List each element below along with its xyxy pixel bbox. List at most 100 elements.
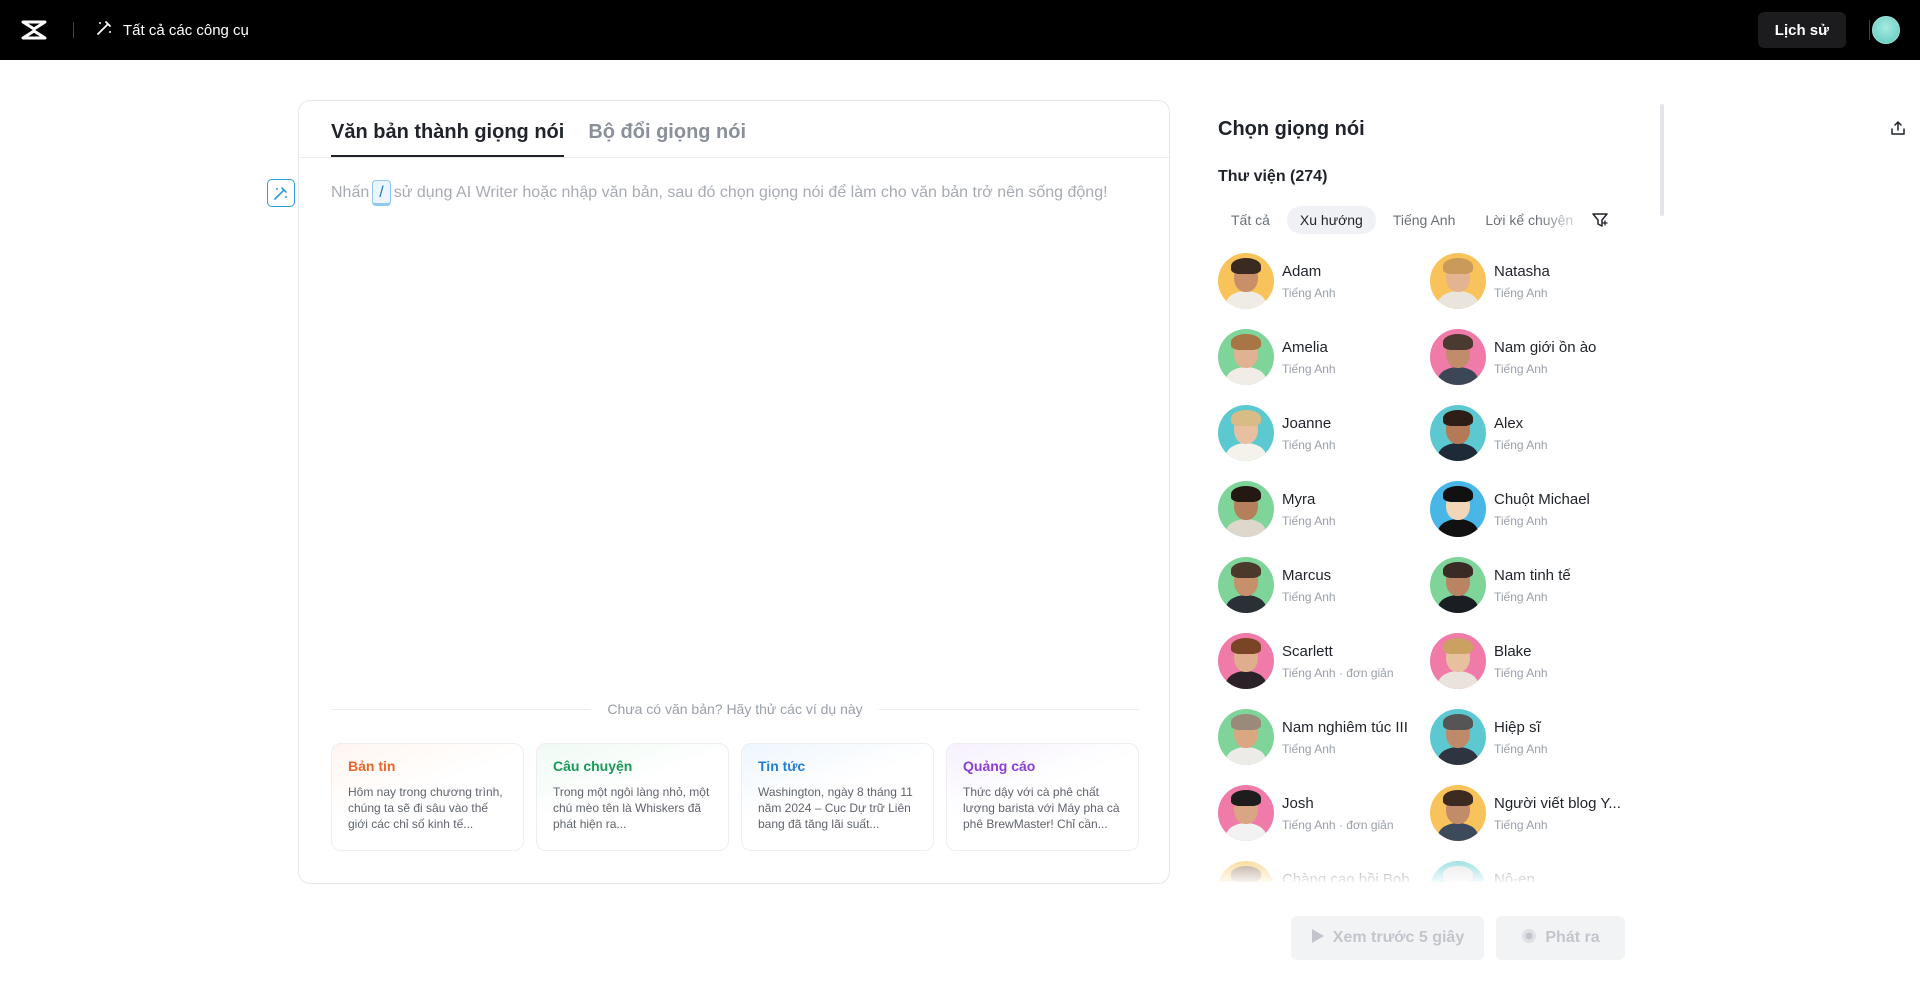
voice-item[interactable]: Nam nghiêm túc III Tiếng Anh [1218, 708, 1418, 766]
voice-language: Tiếng Anh [1282, 285, 1336, 300]
voice-avatar [1218, 253, 1274, 309]
voice-name: Myra [1282, 490, 1316, 508]
voice-item[interactable]: Blake Tiếng Anh [1430, 632, 1630, 690]
voice-item[interactable]: Nam tinh tế Tiếng Anh [1430, 556, 1630, 614]
voice-avatar [1218, 481, 1274, 537]
voice-meta: Tiếng Anh [1282, 590, 1418, 604]
voice-item[interactable]: Natasha Tiếng Anh [1430, 252, 1630, 310]
voice-avatar [1430, 633, 1486, 689]
example-title: Bản tin [348, 758, 396, 774]
voice-avatar [1430, 557, 1486, 613]
voice-name: Người viết blog Y... [1494, 794, 1621, 812]
capcut-logo-icon[interactable] [20, 18, 48, 42]
example-card-ad[interactable]: Quảng cáo Thức dậy với cà phê chất lượng… [946, 743, 1139, 851]
voice-name: Nam giới ồn ào [1494, 338, 1597, 356]
voice-avatar [1430, 785, 1486, 841]
voice-language: Tiếng Anh [1282, 665, 1336, 680]
voice-language: Tiếng Anh [1494, 285, 1548, 300]
user-avatar[interactable] [1872, 16, 1900, 44]
text-input-area[interactable]: Nhấn / sử dụng AI Writer hoặc nhập văn bản… [331, 179, 1131, 207]
all-tools-button[interactable]: Tất cả các công cụ [95, 18, 249, 42]
tab-voice-changer[interactable]: Bộ đổi giọng nói [588, 101, 746, 157]
voice-language: Tiếng Anh [1282, 589, 1336, 604]
voice-item[interactable]: Myra Tiếng Anh [1218, 480, 1418, 538]
voice-name: Marcus [1282, 566, 1332, 584]
magic-wand-icon [95, 19, 113, 41]
voice-language: Tiếng Anh [1282, 741, 1336, 756]
upload-icon[interactable] [1886, 116, 1910, 140]
filter-fade [1538, 206, 1588, 234]
voice-item[interactable]: Hiệp sĩ Tiếng Anh [1430, 708, 1630, 766]
voice-meta: Tiếng Anh [1282, 742, 1418, 756]
ai-writer-icon[interactable] [267, 179, 295, 207]
voice-meta: Tiếng Anh [1282, 362, 1418, 376]
filter-chip-trending[interactable]: Xu hướng [1286, 206, 1376, 234]
slash-key-hint: / [372, 180, 391, 206]
voice-item[interactable]: Chàng cao bồi BobTiếng Anh [1218, 860, 1418, 882]
voice-language: Tiếng Anh [1494, 589, 1548, 604]
voice-item[interactable]: Marcus Tiếng Anh [1218, 556, 1418, 614]
voice-list-scrollbar[interactable] [1660, 104, 1664, 216]
example-body: Thức dậy với cà phê chất lượng barista v… [963, 785, 1120, 831]
voice-meta: Tiếng Anh [1494, 286, 1630, 300]
voice-avatar [1218, 405, 1274, 461]
voice-item[interactable]: Chuột Michael Tiếng Anh [1430, 480, 1630, 538]
voice-item[interactable]: Nam giới ồn ào Tiếng Anh [1430, 328, 1630, 386]
record-icon [1521, 928, 1537, 949]
topbar-divider [73, 22, 74, 38]
voice-text: Myra Tiếng Anh [1282, 491, 1418, 528]
preview-label: Xem trước 5 giây [1332, 929, 1465, 946]
voice-text: Natasha Tiếng Anh [1494, 263, 1630, 300]
voice-text: Amelia Tiếng Anh [1282, 339, 1418, 376]
voice-text: Nam giới ồn ào Tiếng Anh [1494, 339, 1630, 376]
voice-item[interactable]: Adam Tiếng Anh [1218, 252, 1418, 310]
voice-item[interactable]: Alex Tiếng Anh [1430, 404, 1630, 462]
voice-library-label: Thư viện (274) [1218, 168, 1328, 185]
filter-chip-english[interactable]: Tiếng Anh [1380, 206, 1469, 234]
voice-text: Nam nghiêm túc III Tiếng Anh [1282, 719, 1418, 756]
filter-icon[interactable] [1588, 208, 1612, 232]
voice-name: Nô-en [1494, 870, 1535, 883]
history-button[interactable]: Lịch sử [1757, 12, 1846, 48]
voice-text: Alex Tiếng Anh [1494, 415, 1630, 452]
voice-text: Hiệp sĩ Tiếng Anh [1494, 719, 1630, 756]
filter-chip-all[interactable]: Tất cả [1218, 206, 1283, 234]
voice-text: Chàng cao bồi BobTiếng Anh [1282, 871, 1418, 883]
voice-item[interactable]: Scarlett Tiếng Anh · đơn giản [1218, 632, 1418, 690]
voice-item[interactable]: Joanne Tiếng Anh [1218, 404, 1418, 462]
text-to-speech-editor: Văn bản thành giọng nói Bộ đổi giọng nói… [298, 100, 1170, 884]
voice-avatar [1430, 861, 1486, 882]
voice-avatar [1430, 329, 1486, 385]
voice-item[interactable]: Nô-enTiếng Anh [1430, 860, 1630, 882]
voice-meta: Tiếng Anh [1494, 514, 1630, 528]
play-output-button[interactable]: Phát ra [1496, 916, 1625, 960]
voice-list: Adam Tiếng Anh Natasha Tiếng Anh Amelia Tiếng… [1218, 252, 1638, 882]
example-cards: Bản tin Hôm nay trong chương trình, chún… [331, 743, 1139, 851]
voice-item[interactable]: Josh Tiếng Anh · đơn giản [1218, 784, 1418, 842]
top-bar: Tất cả các công cụ Lịch sử [0, 0, 1920, 60]
voice-text: Nô-enTiếng Anh [1494, 871, 1630, 883]
voice-picker-panel: Chọn giọng nói Thư viện (274) Tất cả Xu … [1218, 100, 1658, 890]
preview-5s-button[interactable]: Xem trước 5 giây [1291, 916, 1484, 960]
voice-meta: Tiếng Anh · đơn giản [1282, 818, 1418, 832]
voice-text: Nam tinh tế Tiếng Anh [1494, 567, 1630, 604]
voice-language: Tiếng Anh [1282, 361, 1336, 376]
examples-hint: Chưa có văn bản? Hãy thử các ví dụ này [331, 699, 1139, 719]
example-card-newsletter[interactable]: Bản tin Hôm nay trong chương trình, chún… [331, 743, 524, 851]
voice-avatar [1218, 709, 1274, 765]
examples-hint-text: Chưa có văn bản? Hãy thử các ví dụ này [607, 701, 863, 717]
hint-line-right [878, 708, 1139, 710]
tab-text-to-speech[interactable]: Văn bản thành giọng nói [331, 101, 565, 157]
voice-name: Amelia [1282, 338, 1328, 356]
example-card-news[interactable]: Tin tức Washington, ngày 8 tháng 11 năm … [741, 743, 934, 851]
voice-avatar [1430, 481, 1486, 537]
voice-panel-title: Chọn giọng nói [1218, 118, 1365, 140]
play-icon [1311, 928, 1325, 949]
voice-language: Tiếng Anh [1494, 665, 1548, 680]
voice-item[interactable]: Amelia Tiếng Anh [1218, 328, 1418, 386]
meta-separator: · [1335, 665, 1347, 680]
voice-item[interactable]: Người viết blog Y... Tiếng Anh [1430, 784, 1630, 842]
voice-name: Chuột Michael [1494, 490, 1590, 508]
voice-avatar [1218, 557, 1274, 613]
example-card-story[interactable]: Câu chuyện Trong một ngôi làng nhỏ, một … [536, 743, 729, 851]
